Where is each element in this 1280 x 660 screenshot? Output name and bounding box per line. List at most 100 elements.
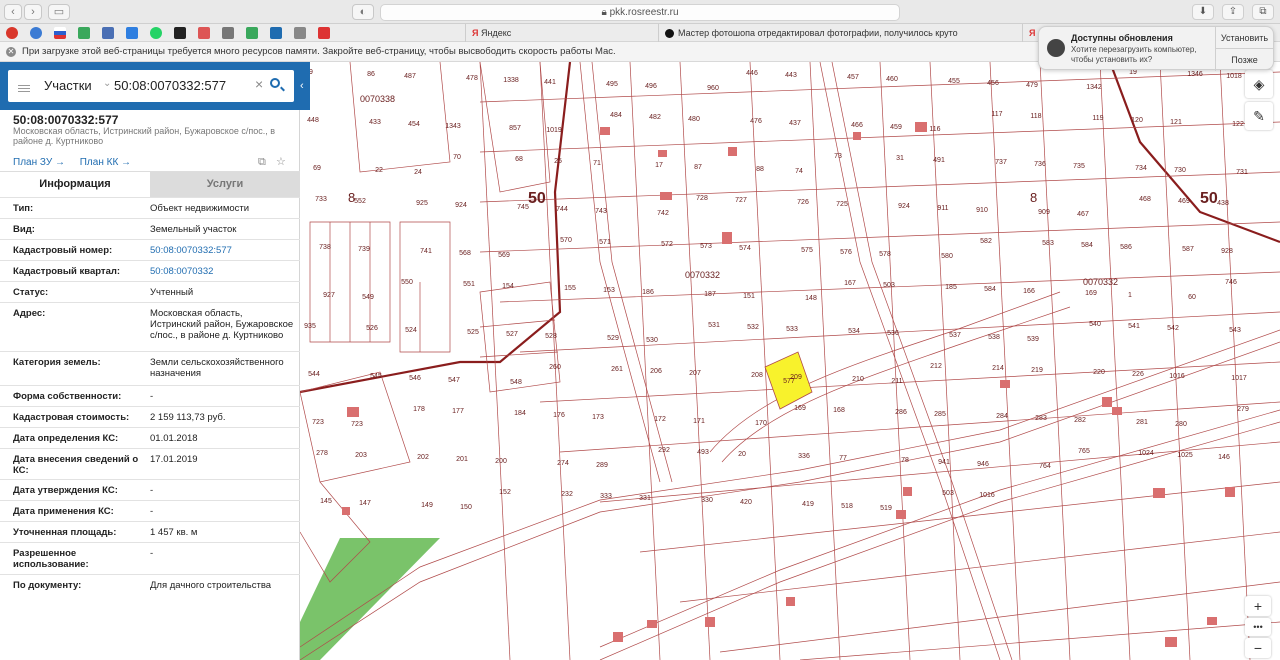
- favicon-icon[interactable]: [30, 27, 42, 39]
- address-bar[interactable]: 🔒︎ pkk.rosreestr.ru: [380, 4, 900, 21]
- parcel-number: 151: [743, 293, 755, 300]
- tab-article[interactable]: Мастер фотошопа отредактировал фотографи…: [658, 24, 958, 42]
- clear-icon[interactable]: ×: [255, 76, 263, 92]
- parcel-number: 1343: [445, 123, 461, 130]
- tab-yandex[interactable]: Я Яндекс: [465, 24, 655, 42]
- tab-yandex-2[interactable]: Я: [1022, 24, 1038, 42]
- parcel-number: 206: [650, 368, 662, 375]
- field-value[interactable]: 50:08:0070332: [150, 266, 295, 277]
- layers-button[interactable]: ◈: [1245, 70, 1273, 98]
- favicon-icon[interactable]: [6, 27, 18, 39]
- parcel-number: 476: [750, 118, 762, 125]
- notification-text: Хотите перезагрузить компьютер, чтобы ус…: [1071, 45, 1197, 64]
- search-category-select[interactable]: Участки: [44, 78, 92, 93]
- favicon-icon[interactable]: [270, 27, 282, 39]
- install-button[interactable]: Установить: [1215, 27, 1273, 49]
- field-row: Форма собственности: -: [0, 385, 300, 406]
- field-row: Кадастровый квартал: 50:08:0070332: [0, 260, 300, 281]
- favicon-icon[interactable]: [222, 27, 234, 39]
- collapse-panel-icon[interactable]: ‹: [300, 76, 310, 96]
- privacy-icon[interactable]: ◐: [352, 4, 374, 20]
- copy-icon[interactable]: ⧉: [258, 156, 270, 168]
- close-icon[interactable]: ✕: [6, 47, 16, 57]
- favicon-icon[interactable]: [126, 27, 138, 39]
- parcel-number: 286: [895, 409, 907, 416]
- parcel-number: 459: [890, 124, 902, 131]
- parcel-number: 469: [1178, 198, 1190, 205]
- flag-icon[interactable]: [54, 27, 66, 39]
- favicon-icon[interactable]: [198, 27, 210, 39]
- tab-info[interactable]: Информация: [0, 172, 150, 197]
- parcel-number: 60: [1188, 294, 1196, 301]
- parcel-number: 172: [654, 416, 666, 423]
- parcel-number: 571: [599, 239, 611, 246]
- parcel-number: 744: [556, 206, 568, 213]
- map-canvas[interactable]: 577 50 8 50 8 0070338 0070332 0070332 89…: [300, 62, 1280, 660]
- update-notification: Доступны обновления Хотите перезагрузить…: [1038, 26, 1274, 71]
- star-icon[interactable]: ☆: [276, 156, 288, 168]
- tabs-overview-button[interactable]: ⧉: [1252, 4, 1274, 20]
- parcel-number: 232: [561, 491, 573, 498]
- more-button[interactable]: •••: [1245, 618, 1271, 636]
- cadastral-map[interactable]: 577 50 8 50 8 0070338 0070332 0070332 89…: [300, 62, 1280, 660]
- quarter-label: 0070332: [1083, 277, 1118, 287]
- back-button[interactable]: ‹: [4, 4, 22, 20]
- parcel-number: 200: [495, 458, 507, 465]
- parcel-number: 576: [840, 249, 852, 256]
- zoom-in-button[interactable]: +: [1245, 596, 1271, 616]
- gmail-icon[interactable]: [318, 27, 330, 39]
- parcel-number: 746: [1225, 279, 1237, 286]
- parcel-number: 924: [455, 202, 467, 209]
- favicon-icon[interactable]: [294, 27, 306, 39]
- whatsapp-icon[interactable]: [150, 27, 162, 39]
- plan-zu-link[interactable]: План ЗУ →: [13, 157, 65, 168]
- later-button[interactable]: Позже: [1215, 49, 1273, 71]
- field-value: -: [150, 391, 154, 402]
- menu-icon[interactable]: [18, 85, 30, 86]
- field-value[interactable]: 50:08:0070332:577: [150, 245, 295, 256]
- zoom-out-button[interactable]: −: [1245, 638, 1271, 658]
- parcel-number: 292: [658, 447, 670, 454]
- parcel-number: 24: [414, 169, 422, 176]
- parcel-number: 735: [1073, 163, 1085, 170]
- favicon-icon[interactable]: [78, 27, 90, 39]
- favicon-icon[interactable]: [246, 27, 258, 39]
- parcel-number: 542: [1167, 325, 1179, 332]
- field-key: Статус:: [13, 287, 49, 298]
- parcel-number: 146: [1218, 454, 1230, 461]
- parcel-number: 78: [901, 457, 909, 464]
- parcel-number: 548: [510, 379, 522, 386]
- parcel-number: 208: [751, 372, 763, 379]
- search-icon[interactable]: [270, 78, 280, 88]
- downloads-button[interactable]: ⬇: [1192, 4, 1214, 20]
- field-value: Объект недвижимости: [150, 203, 250, 214]
- parcel-number: 1342: [1086, 84, 1102, 91]
- parcel-number: 122: [1232, 121, 1244, 128]
- favicon-icon[interactable]: [102, 27, 114, 39]
- search-box[interactable]: Участки ⌄ 50:08:0070332:577 ×: [8, 70, 294, 102]
- parcel-number: 734: [1135, 165, 1147, 172]
- sidebar-toggle-button[interactable]: ▭: [48, 4, 70, 20]
- chevron-down-icon[interactable]: ⌄: [103, 78, 111, 89]
- forward-button[interactable]: ›: [24, 4, 42, 20]
- ruler-button[interactable]: ✎: [1245, 102, 1273, 130]
- parcel-number: 330: [701, 497, 713, 504]
- parcel-number: 723: [312, 419, 324, 426]
- search-input[interactable]: 50:08:0070332:577: [114, 78, 226, 93]
- parcel-number: 530: [646, 337, 658, 344]
- field-key: По документу:: [13, 580, 82, 591]
- plan-kk-link[interactable]: План КК →: [80, 157, 131, 168]
- share-button[interactable]: ⇪: [1222, 4, 1244, 20]
- field-value: Земельный участок: [150, 224, 237, 235]
- parcel-number: 742: [657, 210, 669, 217]
- parcel-number: 496: [645, 83, 657, 90]
- parcel-number: 448: [307, 117, 319, 124]
- parcel-number: 583: [1042, 240, 1054, 247]
- parcel-number: 528: [545, 333, 557, 340]
- parcel-number: 178: [413, 406, 425, 413]
- tab-services[interactable]: Услуги: [150, 172, 300, 197]
- parcel-number: 331: [639, 495, 651, 502]
- field-value: 1 457 кв. м: [150, 527, 198, 538]
- favicon-icon[interactable]: [174, 27, 186, 39]
- parcel-number: 333: [600, 493, 612, 500]
